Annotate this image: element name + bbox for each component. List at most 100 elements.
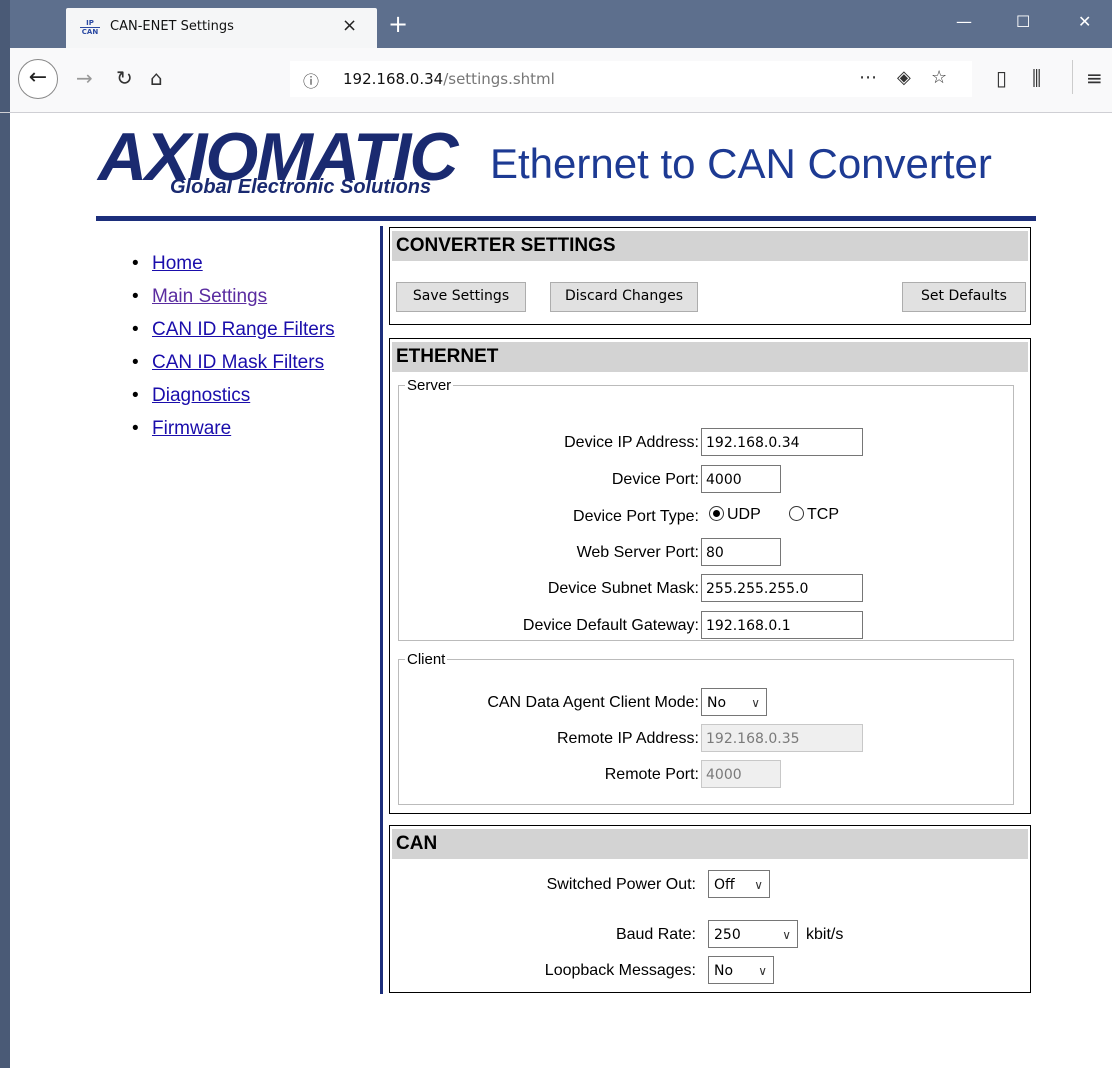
client-mode-value: No: [707, 695, 727, 711]
sidebar-item-diagnostics: • Diagnostics: [132, 385, 251, 406]
ethernet-panel: ETHERNET Server Device IP Address: 192.1…: [389, 338, 1031, 814]
nav-link-firmware[interactable]: Firmware: [152, 418, 231, 439]
switched-power-select[interactable]: Off ∨: [708, 870, 770, 898]
remote-port-label: Remote Port:: [604, 766, 699, 783]
subnet-mask-field[interactable]: 255.255.255.0: [701, 574, 863, 602]
baud-rate-unit: kbit/s: [806, 926, 844, 943]
favicon-bottom-text: CAN: [81, 28, 99, 36]
nav-link-can-id-range-filters[interactable]: CAN ID Range Filters: [152, 319, 335, 340]
converter-settings-heading: CONVERTER SETTINGS: [392, 231, 1028, 261]
window-edge: [0, 113, 10, 1068]
device-ip-field[interactable]: 192.168.0.34: [701, 428, 863, 456]
sidebar-item-main-settings: • Main Settings: [132, 286, 268, 307]
info-icon[interactable]: ⓘ: [303, 68, 319, 92]
can-heading: CAN: [392, 829, 1028, 859]
pocket-icon[interactable]: ◈: [897, 67, 911, 88]
tab-close-icon[interactable]: ×: [342, 15, 357, 36]
client-mode-select[interactable]: No ∨: [701, 688, 767, 716]
loopback-select[interactable]: No ∨: [708, 956, 774, 984]
favicon-top-text: IP: [80, 19, 100, 28]
more-icon[interactable]: ⋯: [859, 67, 877, 88]
save-settings-button[interactable]: Save Settings: [396, 282, 526, 312]
back-arrow-icon[interactable]: ←: [18, 59, 58, 99]
loopback-label: Loopback Messages:: [544, 962, 696, 979]
loopback-row: Loopback Messages: No ∨: [390, 956, 1030, 986]
window-close-icon[interactable]: ✕: [1078, 12, 1091, 31]
library-icon[interactable]: ⫼: [1032, 66, 1041, 90]
address-bar[interactable]: ⓘ 192.168.0.34/settings.shtml ⋯ ◈ ☆: [290, 61, 972, 97]
sidebar-nav: • Home • Main Settings • CAN ID Range Filte…: [132, 253, 335, 451]
home-icon[interactable]: ⌂: [150, 66, 163, 90]
nav-link-home[interactable]: Home: [152, 253, 203, 274]
discard-changes-button[interactable]: Discard Changes: [550, 282, 698, 312]
device-port-type-row: Device Port Type: UDP TCP: [399, 502, 1013, 532]
subnet-mask-row: Device Subnet Mask: 255.255.255.0: [399, 574, 1013, 604]
tcp-radio-unselected-icon[interactable]: [789, 506, 804, 521]
sidebar-item-can-id-range-filters: • CAN ID Range Filters: [132, 319, 335, 340]
browser-tab[interactable]: IP CAN CAN-ENET Settings ×: [66, 8, 377, 48]
sidebar-icon[interactable]: ▯: [996, 66, 1007, 90]
web-server-port-field[interactable]: 80: [701, 538, 781, 566]
new-tab-icon[interactable]: +: [388, 10, 408, 38]
chevron-down-icon: ∨: [754, 878, 763, 892]
default-gateway-field[interactable]: 192.168.0.1: [701, 611, 863, 639]
baud-rate-row: Baud Rate: 250 ∨ kbit/s: [390, 920, 1030, 950]
nav-link-can-id-mask-filters[interactable]: CAN ID Mask Filters: [152, 352, 324, 373]
baud-rate-label: Baud Rate:: [615, 926, 696, 943]
baud-rate-select[interactable]: 250 ∨: [708, 920, 798, 948]
can-ip-favicon-icon: IP CAN: [80, 19, 100, 37]
remote-ip-row: Remote IP Address: 192.168.0.35: [399, 724, 1013, 754]
nav-link-diagnostics[interactable]: Diagnostics: [152, 385, 250, 406]
converter-settings-panel: CONVERTER SETTINGS Save Settings Discard…: [389, 227, 1031, 325]
switched-power-label: Switched Power Out:: [546, 876, 696, 893]
remote-ip-label: Remote IP Address:: [557, 730, 699, 747]
web-server-port-label: Web Server Port:: [576, 544, 699, 561]
remote-port-row: Remote Port: 4000: [399, 760, 1013, 790]
device-ip-label: Device IP Address:: [564, 434, 699, 451]
content-divider: [380, 226, 383, 994]
forward-arrow-icon[interactable]: →: [76, 66, 93, 90]
client-legend: Client: [407, 651, 446, 668]
url-host: 192.168.0.34: [343, 70, 444, 88]
maximize-icon[interactable]: ☐: [1016, 12, 1030, 31]
switched-power-value: Off: [714, 877, 735, 893]
client-mode-label: CAN Data Agent Client Mode:: [487, 694, 699, 711]
udp-radio-label: UDP: [727, 506, 761, 523]
sidebar-item-can-id-mask-filters: • CAN ID Mask Filters: [132, 352, 325, 373]
tcp-radio-label: TCP: [807, 506, 839, 523]
device-port-row: Device Port: 4000: [399, 465, 1013, 495]
ethernet-heading: ETHERNET: [392, 342, 1028, 372]
udp-radio-selected-icon[interactable]: [709, 506, 724, 521]
page-title: Ethernet to CAN Converter: [490, 140, 992, 187]
reload-icon[interactable]: ↻: [116, 66, 133, 90]
browser-titlebar: IP CAN CAN-ENET Settings × + — ☐ ✕: [0, 0, 1112, 48]
menu-icon[interactable]: ≡: [1086, 66, 1103, 90]
client-mode-row: CAN Data Agent Client Mode: No ∨: [399, 688, 1013, 718]
bookmark-star-icon[interactable]: ☆: [931, 67, 947, 88]
subnet-mask-label: Device Subnet Mask:: [547, 580, 699, 597]
device-port-type-label: Device Port Type:: [573, 508, 699, 525]
tcp-radio[interactable]: TCP: [789, 506, 839, 524]
default-gateway-label: Device Default Gateway:: [522, 617, 699, 634]
tab-title: CAN-ENET Settings: [110, 19, 234, 34]
device-port-field[interactable]: 4000: [701, 465, 781, 493]
sidebar-item-home: • Home: [132, 253, 203, 274]
chevron-down-icon: ∨: [758, 964, 767, 978]
axiomatic-logo: AXIOMATIC Global Electronic Solutions: [98, 119, 470, 204]
minimize-icon[interactable]: —: [956, 12, 972, 31]
set-defaults-button[interactable]: Set Defaults: [902, 282, 1026, 312]
server-legend: Server: [407, 377, 452, 394]
loopback-value: No: [714, 963, 734, 979]
web-server-port-row: Web Server Port: 80: [399, 538, 1013, 568]
client-fieldset: Client CAN Data Agent Client Mode: No ∨ R…: [398, 651, 1014, 805]
header-rule: [96, 216, 1036, 221]
can-panel: CAN Switched Power Out: Off ∨ Baud Rate: …: [389, 825, 1031, 993]
window-edge: [0, 0, 10, 48]
url-text[interactable]: 192.168.0.34/settings.shtml: [343, 70, 555, 88]
udp-radio[interactable]: UDP: [709, 506, 761, 524]
device-ip-row: Device IP Address: 192.168.0.34: [399, 428, 1013, 458]
toolbar-separator: [1072, 60, 1073, 94]
baud-rate-value: 250: [714, 927, 741, 943]
nav-link-main-settings[interactable]: Main Settings: [152, 286, 267, 307]
default-gateway-row: Device Default Gateway: 192.168.0.1: [399, 611, 1013, 641]
